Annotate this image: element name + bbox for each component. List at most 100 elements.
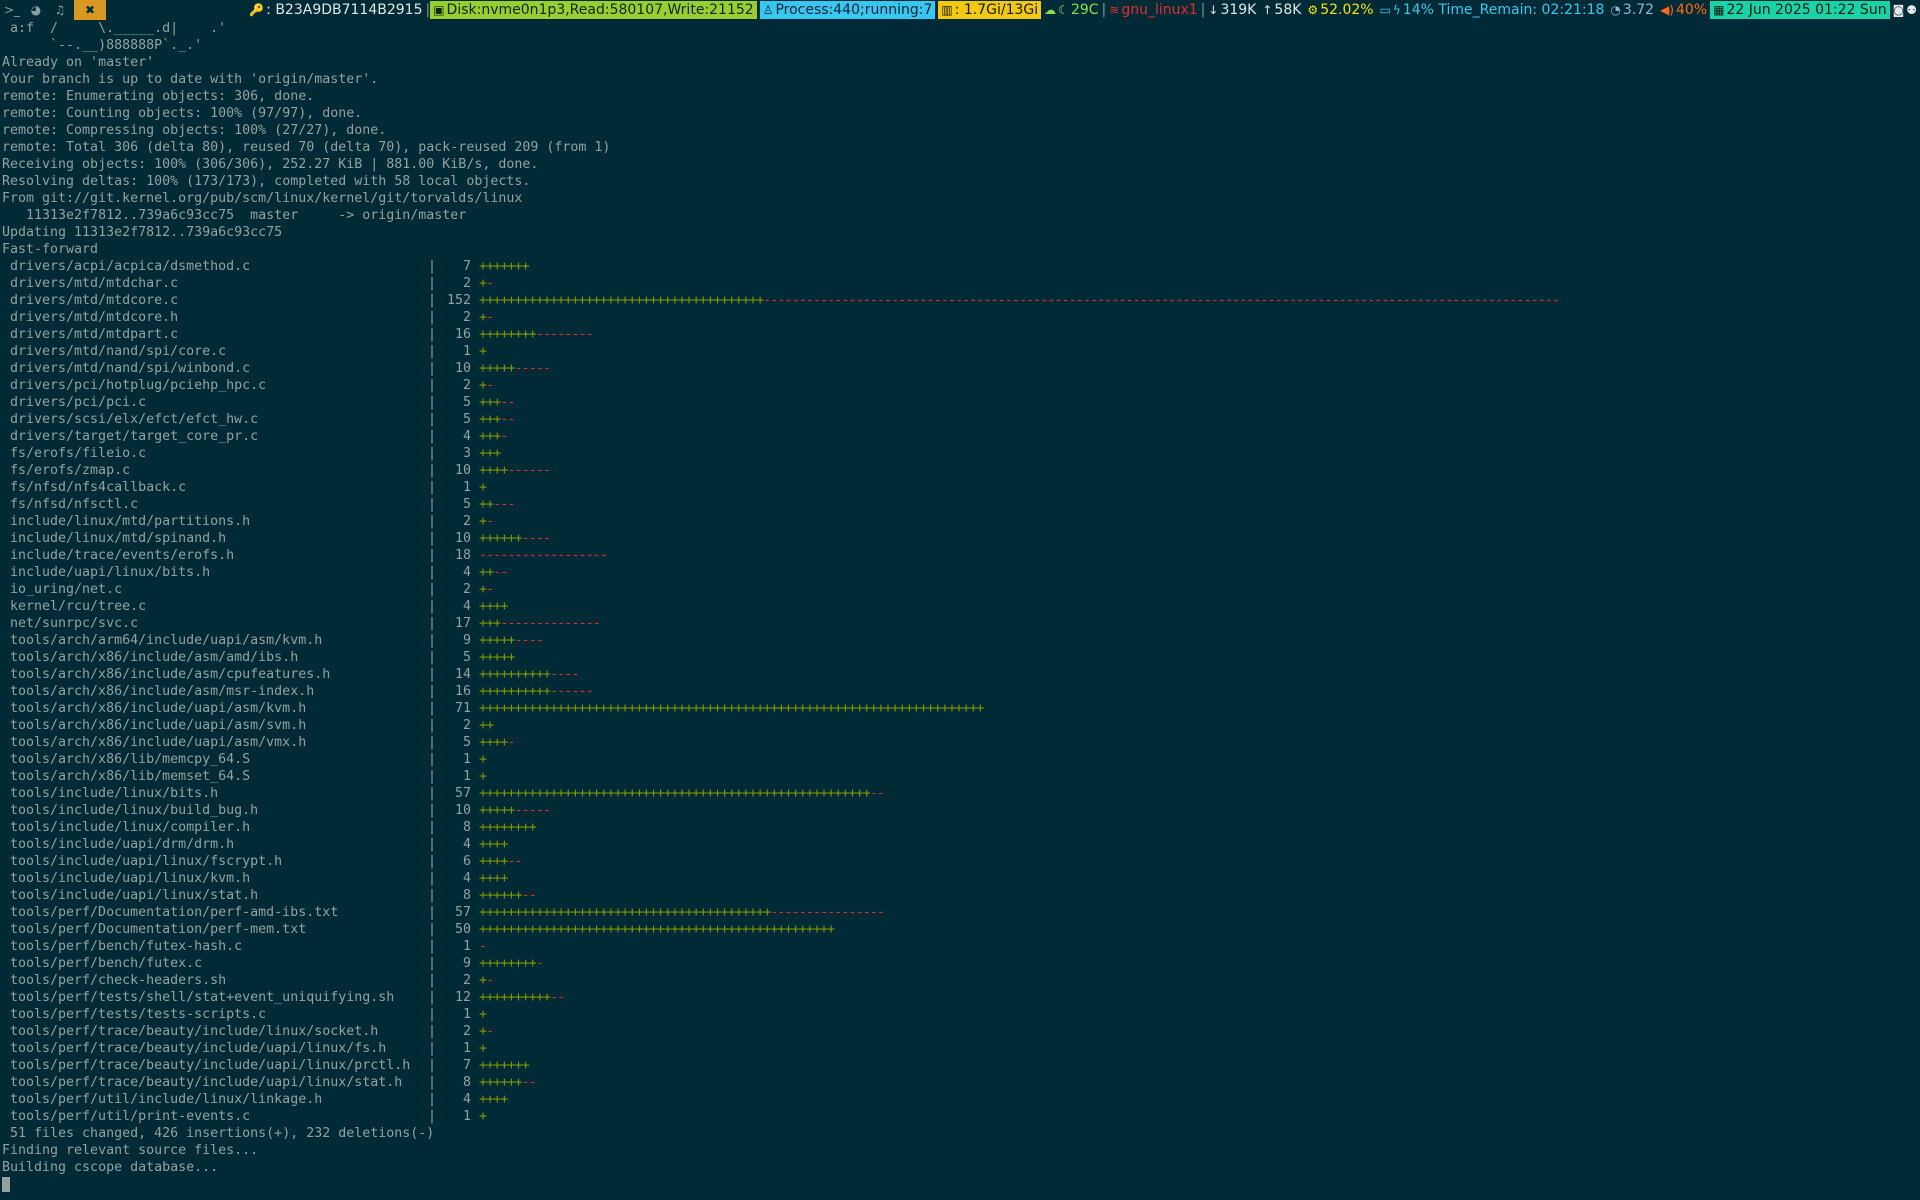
diffstat-row: fs/erofs/fileio.c | 3 +++ [2, 445, 1918, 462]
diffstat-bar: ++++++ ---- [479, 530, 551, 547]
diffstat-row: drivers/pci/pci.c | 5 +++ -- [2, 394, 1918, 411]
insertions-bar: +++++ [479, 361, 515, 376]
diffstat-count: 1 [462, 939, 471, 954]
datetime-value: 22 Jun 2025 01:22 Sun [1726, 2, 1887, 18]
insertions-bar: +++++ [479, 803, 515, 818]
tray-network-icon[interactable]: ⚉ [1906, 3, 1917, 17]
diffstat-file: tools/perf/trace/beauty/include/linux/so… [10, 1024, 379, 1039]
diffstat-row: drivers/mtd/mtdcore.h | 2 + - [2, 309, 1918, 326]
diffstat-separator: | [428, 752, 437, 767]
diffstat-separator: | [428, 667, 437, 682]
diffstat-bar: + - [479, 1023, 494, 1040]
diffstat-separator: | [428, 956, 437, 971]
diffstat-bar: ++++++ -- [479, 887, 537, 904]
diffstat-row: tools/perf/bench/futex.c | 9 ++++++++ - [2, 955, 1918, 972]
diffstat-row: drivers/target/target_core_pr.c | 4 +++ - [2, 428, 1918, 445]
diffstat-separator: | [428, 718, 437, 733]
diffstat-file: tools/perf/trace/beauty/include/uapi/lin… [10, 1075, 403, 1090]
diffstat-bar: +++ - [479, 428, 508, 445]
disk-segment: ▣ Disk:nvme0n1p3,Read:580107,Write:21152 [430, 1, 757, 19]
insertions-bar: + [479, 769, 487, 784]
diffstat-file: tools/perf/tests/tests-scripts.c [10, 1007, 267, 1022]
diffstat-row: drivers/pci/hotplug/pciehp_hpc.c | 2 + - [2, 377, 1918, 394]
volume-segment[interactable]: ◀) 40% [1657, 1, 1710, 19]
terminal-cursor [2, 1176, 10, 1192]
diffstat-separator: | [428, 616, 437, 631]
diffstat-row: tools/perf/trace/beauty/include/linux/so… [2, 1023, 1918, 1040]
bell-icon[interactable]: ♫ [48, 0, 72, 20]
diffstat-file: include/linux/mtd/partitions.h [10, 514, 251, 529]
diffstat-row: kernel/rcu/tree.c | 4 ++++ [2, 598, 1918, 615]
cpu-segment: ⚙ 52.02% [1304, 1, 1376, 19]
diffstat-file: tools/perf/util/include/linux/linkage.h [10, 1092, 323, 1107]
diffstat-file: include/linux/mtd/spinand.h [10, 531, 227, 546]
diffstat-bar: + - [479, 309, 494, 326]
tools-icon[interactable]: ✖ [74, 0, 106, 20]
diffstat-bar: ++ --- [479, 496, 515, 513]
diffstat-separator: | [428, 973, 437, 988]
git-output-footer: 51 files changed, 426 insertions(+), 232… [2, 1125, 1918, 1176]
diffstat-file: include/trace/events/erofs.h [10, 548, 235, 563]
diffstat-count: 152 [446, 293, 471, 308]
insertions-bar: ++++++ [479, 888, 523, 903]
diffstat-row: tools/include/uapi/linux/kvm.h | 4 ++++ [2, 870, 1918, 887]
diffstat-separator: | [428, 361, 437, 376]
diffstat-bar: ++++++ -- [479, 1074, 537, 1091]
diffstat-row: fs/erofs/zmap.c | 10 ++++ ------ [2, 462, 1918, 479]
download-segment: ↓ 319K [1205, 1, 1259, 19]
insertions-bar: + [479, 344, 487, 359]
diffstat-file: tools/perf/bench/futex-hash.c [10, 939, 243, 954]
insertions-bar: + [479, 276, 487, 291]
diffstat-row: tools/include/linux/bits.h | 57 +++++++++++… [2, 785, 1918, 802]
diffstat-count: 3 [462, 446, 471, 461]
insertions-bar: ++++ [479, 735, 508, 750]
diffstat-file: drivers/mtd/mtdcore.c [10, 293, 179, 308]
penguin-icon: ♙ [762, 3, 774, 17]
diffstat-bar: ++++++++++++++++++++++++++++++++++++++++… [479, 785, 885, 802]
diffstat-count: 8 [462, 888, 471, 903]
datetime-segment[interactable]: ▦ 22 Jun 2025 01:22 Sun [1710, 1, 1890, 19]
terminal-output[interactable]: a:f / \._____.d| .' `--.__)888888P`._.' A… [2, 20, 1918, 1198]
tray-app-icon[interactable]: ◙ [1893, 3, 1905, 17]
deletions-bar: -- [869, 786, 885, 801]
diffstat-file: tools/arch/x86/include/asm/msr-index.h [10, 684, 315, 699]
diffstat-separator: | [428, 327, 437, 342]
deletions-bar: - [486, 310, 494, 325]
diffstat-count: 4 [462, 429, 471, 444]
deletions-bar: - [486, 1024, 494, 1039]
diffstat-file: tools/perf/tests/shell/stat+event_uniqui… [10, 990, 395, 1005]
diffstat-file: drivers/pci/hotplug/pciehp_hpc.c [10, 378, 267, 393]
git-output-header: a:f / \._____.d| .' `--.__)888888P`._.' A… [2, 20, 1918, 258]
globe-icon[interactable]: ◕ [24, 0, 48, 20]
diffstat-bar: + [479, 343, 487, 360]
network-segment[interactable]: ≋ gnu_linux1 [1106, 1, 1200, 19]
diffstat-separator: | [428, 939, 437, 954]
diffstat-separator: | [428, 582, 437, 597]
diffstat-bar: ++++ -- [479, 853, 523, 870]
insertions-bar: + [479, 310, 487, 325]
insertions-bar: ++++ [479, 463, 508, 478]
deletions-bar: -------- [535, 327, 594, 342]
insertions-bar: ++++ [479, 1092, 508, 1107]
process-segment: ♙ Process:440;running:7 [759, 1, 936, 19]
insertions-bar: +++ [479, 395, 501, 410]
diffstat-file: drivers/target/target_core_pr.c [10, 429, 259, 444]
diffstat-separator: | [428, 480, 437, 495]
diffstat-separator: | [428, 786, 437, 801]
diffstat-separator: | [428, 599, 437, 614]
diffstat-bar: + [479, 479, 487, 496]
output-line: Your branch is up to date with 'origin/m… [2, 72, 379, 87]
diffstat-file: tools/perf/trace/beauty/include/uapi/lin… [10, 1058, 411, 1073]
insertions-bar: ++++++++++ [479, 990, 551, 1005]
diffstat-count: 10 [454, 803, 471, 818]
diffstat-row: tools/perf/bench/futex-hash.c | 1- [2, 938, 1918, 955]
diffstat-row: tools/perf/Documentation/perf-amd-ibs.tx… [2, 904, 1918, 921]
deletions-bar: ---- [550, 667, 579, 682]
diffstat-count: 4 [462, 871, 471, 886]
terminal-icon[interactable]: >_ [0, 0, 24, 20]
diffstat-separator: | [428, 1075, 437, 1090]
diffstat-file: drivers/pci/pci.c [10, 395, 147, 410]
insertions-bar: ++++++++++++++++++++++++++++++++++++++++ [479, 293, 764, 308]
diffstat-count: 4 [462, 1092, 471, 1107]
diffstat-bar: +++++ ---- [479, 632, 544, 649]
